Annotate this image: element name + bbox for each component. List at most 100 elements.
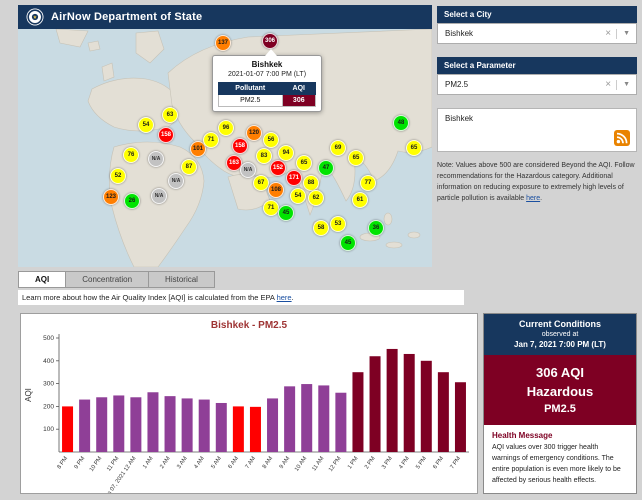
aqi-bar-chart: Bishkek - PM2.5AQI1002003004005008 PM9 P… [21, 314, 477, 493]
popup-pollutant-value: PM2.5 [219, 95, 283, 107]
map-marker[interactable]: 108 [268, 182, 284, 198]
rss-icon[interactable] [614, 130, 630, 146]
map-marker[interactable]: 48 [393, 115, 409, 131]
map-marker[interactable]: 83 [256, 148, 272, 164]
map-marker[interactable]: 158 [158, 127, 174, 143]
map-marker[interactable]: N/A [151, 188, 167, 204]
map-marker[interactable]: 76 [123, 147, 139, 163]
app-title: AirNow Department of State [51, 11, 202, 23]
svg-text:6 AM: 6 AM [228, 456, 241, 470]
svg-text:8 PM: 8 PM [57, 456, 70, 471]
svg-text:200: 200 [43, 403, 54, 410]
popup-aqi-header: AQI [282, 83, 315, 95]
map-marker[interactable]: 120 [246, 125, 262, 141]
svg-text:10 AM: 10 AM [294, 456, 308, 473]
svg-text:7 PM: 7 PM [449, 456, 462, 471]
map-marker[interactable]: 65 [406, 140, 422, 156]
map-marker[interactable]: 96 [218, 120, 234, 136]
observed-at-label: observed at [488, 331, 632, 338]
svg-text:11 PM: 11 PM [106, 456, 120, 473]
map-marker[interactable]: N/A [240, 162, 256, 178]
current-aqi-box: 306 AQI Hazardous PM2.5 [484, 355, 636, 425]
map-marker[interactable]: 52 [110, 168, 126, 184]
svg-text:9 AM: 9 AM [279, 456, 292, 470]
current-aqi-category: Hazardous [488, 384, 632, 399]
city-select[interactable]: Bishkek × ▼ [437, 23, 637, 44]
map[interactable]: 137306541586376N/A5212326N/AN/A871017196… [18, 29, 432, 267]
svg-text:9 PM: 9 PM [74, 456, 87, 471]
map-marker[interactable]: 61 [352, 192, 368, 208]
tab-concentration[interactable]: Concentration [66, 271, 149, 288]
clear-icon[interactable]: × [600, 29, 617, 39]
note-link[interactable]: here [526, 195, 540, 202]
svg-text:2 PM: 2 PM [364, 456, 377, 471]
map-marker[interactable]: 152 [270, 160, 286, 176]
map-marker[interactable]: 45 [340, 235, 356, 251]
parameter-select[interactable]: PM2.5 × ▼ [437, 74, 637, 95]
select-parameter-header: Select a Parameter [437, 57, 637, 74]
observed-datetime: Jan 7, 2021 7:00 PM (LT) [488, 340, 632, 349]
app-header: AirNow Department of State [18, 5, 432, 29]
health-message: Health Message AQI values over 300 trigg… [484, 425, 636, 492]
map-marker[interactable]: 158 [232, 138, 248, 154]
note-text: Note: Values above 500 are considered Be… [437, 161, 637, 204]
svg-text:4 PM: 4 PM [398, 456, 411, 471]
feed-box: Bishkek [437, 108, 637, 152]
chevron-down-icon[interactable]: ▼ [617, 81, 636, 88]
map-marker[interactable]: 58 [313, 220, 329, 236]
learn-more-link[interactable]: here [277, 293, 292, 302]
map-marker[interactable]: 47 [318, 160, 334, 176]
svg-text:AQI: AQI [24, 388, 33, 402]
map-marker[interactable]: 26 [124, 193, 140, 209]
dos-seal-logo [26, 8, 44, 26]
current-conditions-panel: Current Conditions observed at Jan 7, 20… [483, 313, 637, 494]
clear-icon[interactable]: × [600, 80, 617, 90]
city-select-value: Bishkek [445, 29, 600, 38]
map-marker[interactable]: 123 [103, 189, 119, 205]
parameter-select-value: PM2.5 [445, 80, 600, 89]
map-marker[interactable]: 54 [138, 117, 154, 133]
learn-more: Learn more about how the Air Quality Ind… [18, 290, 464, 305]
popup-pollutant-header: Pollutant [219, 83, 283, 95]
tab-aqi[interactable]: AQI [18, 271, 66, 288]
map-marker[interactable]: 88 [303, 175, 319, 191]
map-marker[interactable]: 53 [330, 216, 346, 232]
health-message-title: Health Message [492, 431, 628, 440]
svg-text:1 PM: 1 PM [347, 456, 360, 471]
page: AirNow Department of State 1373065415 [0, 0, 642, 500]
map-marker[interactable]: 45 [278, 205, 294, 221]
map-marker[interactable]: 69 [330, 140, 346, 156]
map-marker[interactable]: 77 [360, 175, 376, 191]
svg-text:300: 300 [43, 381, 54, 388]
chevron-down-icon[interactable]: ▼ [617, 30, 636, 37]
map-marker[interactable]: 54 [290, 188, 306, 204]
svg-text:1 AM: 1 AM [142, 456, 155, 470]
map-marker[interactable]: 137 [215, 35, 231, 51]
note-suffix: . [540, 195, 542, 202]
current-conditions-header: Current Conditions observed at Jan 7, 20… [484, 314, 636, 355]
map-marker[interactable]: N/A [148, 151, 164, 167]
svg-text:400: 400 [43, 358, 54, 365]
map-marker[interactable]: 71 [263, 200, 279, 216]
svg-text:7 AM: 7 AM [245, 456, 258, 470]
select-city-header: Select a City [437, 6, 637, 23]
map-marker[interactable]: 56 [263, 132, 279, 148]
map-marker[interactable]: 63 [162, 107, 178, 123]
map-marker[interactable]: 36 [368, 220, 384, 236]
map-marker[interactable]: 171 [286, 170, 302, 186]
map-marker[interactable]: 62 [308, 190, 324, 206]
map-marker[interactable]: 65 [296, 155, 312, 171]
map-marker[interactable]: 65 [348, 150, 364, 166]
map-marker[interactable]: 71 [203, 132, 219, 148]
map-marker[interactable]: N/A [168, 173, 184, 189]
map-marker[interactable]: 67 [253, 175, 269, 191]
learn-more-suffix: . [292, 293, 294, 302]
svg-text:100: 100 [43, 426, 54, 433]
svg-text:500: 500 [43, 335, 54, 342]
svg-text:11 AM: 11 AM [311, 456, 325, 473]
map-marker[interactable]: 94 [278, 145, 294, 161]
svg-text:12 PM: 12 PM [328, 456, 343, 473]
map-marker[interactable]: 306 [262, 33, 278, 49]
tab-historical[interactable]: Historical [149, 271, 215, 288]
map-marker[interactable]: 87 [181, 159, 197, 175]
